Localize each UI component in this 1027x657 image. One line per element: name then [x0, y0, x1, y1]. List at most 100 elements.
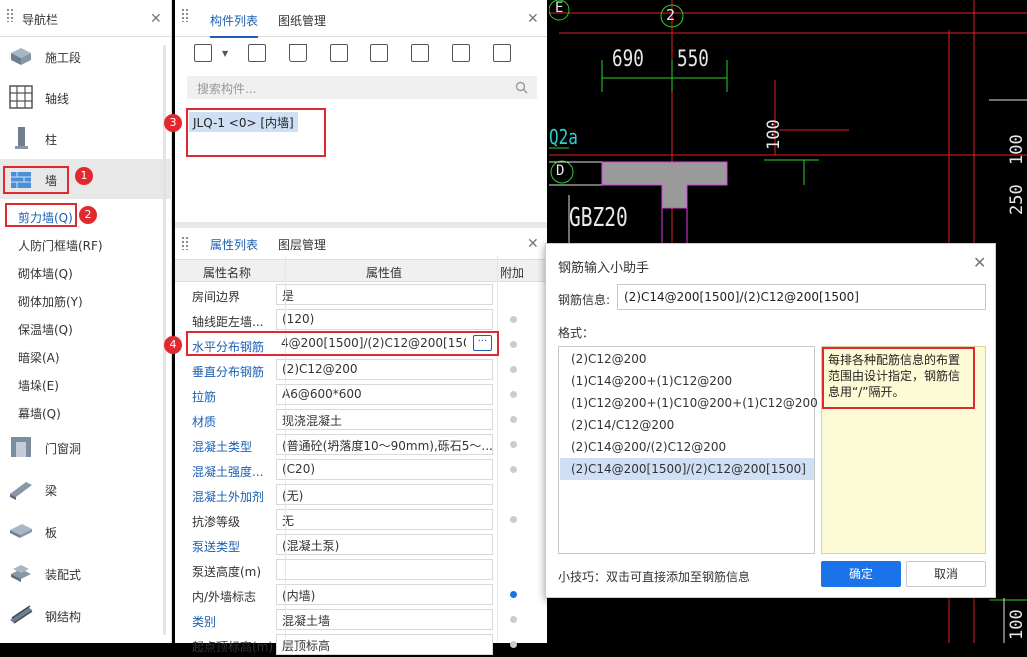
format-option[interactable]: (2)C12@200: [560, 348, 814, 370]
property-name[interactable]: 混凝土外加剂: [192, 488, 264, 505]
submenu-item-masonry-wall[interactable]: 砌体墙(Q): [18, 265, 73, 282]
extra-attribute-checkbox[interactable]: [510, 466, 517, 473]
search-icon[interactable]: [515, 81, 528, 94]
submenu-item-insulation-wall[interactable]: 保温墙(Q): [18, 321, 73, 338]
submenu-item-masonry-reinforcement[interactable]: 砌体加筋(Y): [18, 293, 83, 310]
ok-button[interactable]: 确定: [821, 561, 901, 587]
format-option[interactable]: (2)C14@200/(2)C12@200: [560, 436, 814, 458]
property-row[interactable]: 泵送高度(m): [175, 557, 547, 582]
property-row[interactable]: 材质 现浇混凝土: [175, 407, 547, 432]
property-row[interactable]: 起点顶标高(m) 层顶标高: [175, 632, 547, 657]
submenu-item-hidden-beam[interactable]: 暗梁(A): [18, 349, 60, 366]
close-icon[interactable]: ✕: [527, 12, 539, 26]
property-name[interactable]: 混凝土类型: [192, 438, 252, 455]
extra-attribute-checkbox[interactable]: [510, 616, 517, 623]
extra-attribute-checkbox[interactable]: [510, 341, 517, 348]
nav-item-label: 板: [45, 526, 58, 540]
copy-icon[interactable]: [248, 44, 266, 62]
nav-item-prefab[interactable]: 装配式: [0, 553, 172, 593]
search-box[interactable]: 搜索构件...: [187, 76, 537, 99]
new-component-icon[interactable]: [194, 44, 212, 62]
property-value-field[interactable]: (2)C12@200: [276, 359, 493, 380]
format-option[interactable]: (1)C12@200+(1)C10@200+(1)C12@200: [560, 392, 818, 414]
drag-grip-icon[interactable]: [181, 236, 189, 250]
format-option[interactable]: (2)C14/C12@200: [560, 414, 814, 436]
property-row[interactable]: 泵送类型 (混凝土泵): [175, 532, 547, 557]
tab-layer-management[interactable]: 图层管理: [278, 236, 326, 253]
property-value-field[interactable]: (C20): [276, 459, 493, 480]
nav-item-construction-segment[interactable]: 施工段: [0, 36, 172, 76]
property-name[interactable]: 混凝土强度...: [192, 463, 263, 480]
submenu-item-civil-defense-door-wall[interactable]: 人防门框墙(RF): [18, 237, 103, 254]
tab-property-list[interactable]: 属性列表: [210, 236, 259, 262]
steel-structure-icon: [10, 605, 33, 624]
nav-item-column[interactable]: 柱: [0, 118, 172, 158]
property-row[interactable]: 房间边界 是: [175, 282, 547, 307]
property-row[interactable]: 混凝土外加剂 (无): [175, 482, 547, 507]
nav-item-slab[interactable]: 板: [0, 511, 172, 551]
property-value-field[interactable]: 现浇混凝土: [276, 409, 493, 430]
extra-attribute-checkbox[interactable]: [510, 416, 517, 423]
delete-icon[interactable]: [289, 44, 307, 62]
property-value-field[interactable]: (普通砼(坍落度10～90mm),砾石5～...: [276, 434, 493, 455]
extra-attribute-checkbox[interactable]: [510, 441, 517, 448]
extra-attribute-checkbox[interactable]: [510, 641, 517, 648]
extra-attribute-checkbox[interactable]: [510, 316, 517, 323]
list-icon[interactable]: [493, 44, 511, 62]
property-row[interactable]: 轴线距左墙... (120): [175, 307, 547, 332]
tab-component-list[interactable]: 构件列表: [210, 12, 259, 38]
nav-item-door-window[interactable]: 门窗洞: [0, 427, 172, 467]
nav-item-beam[interactable]: 梁: [0, 469, 172, 509]
property-value-field[interactable]: 无: [276, 509, 493, 530]
extra-attribute-checkbox[interactable]: [510, 591, 517, 598]
property-value-field[interactable]: A6@600*600: [276, 384, 493, 405]
property-row[interactable]: 混凝土强度... (C20): [175, 457, 547, 482]
dropdown-arrow-icon[interactable]: ▼: [222, 49, 228, 58]
filter-icon[interactable]: [452, 44, 470, 62]
property-row[interactable]: 混凝土类型 (普通砼(坍落度10～90mm),砾石5～...: [175, 432, 547, 457]
property-value-field[interactable]: (无): [276, 484, 493, 505]
property-value-field[interactable]: 是: [276, 284, 493, 305]
format-option[interactable]: (1)C14@200+(1)C12@200: [560, 370, 814, 392]
property-name[interactable]: 类别: [192, 613, 216, 630]
property-name[interactable]: 垂直分布钢筋: [192, 363, 264, 380]
rebar-info-input[interactable]: (2)C14@200[1500]/(2)C12@200[1500]: [617, 284, 986, 310]
component-tabbar: 构件列表 图纸管理 ✕: [175, 0, 547, 38]
edit-icon[interactable]: [411, 44, 429, 62]
property-row[interactable]: 垂直分布钢筋 (2)C12@200: [175, 357, 547, 382]
extra-attribute-checkbox[interactable]: [510, 516, 517, 523]
search-input[interactable]: 搜索构件...: [197, 80, 256, 97]
property-value-field[interactable]: 混凝土墙: [276, 609, 493, 630]
property-value-field[interactable]: [276, 559, 493, 580]
close-icon[interactable]: ✕: [150, 12, 162, 26]
submenu-item-wall-pier[interactable]: 墙垛(E): [18, 377, 59, 394]
close-icon[interactable]: ✕: [527, 237, 539, 251]
extract-floor-icon[interactable]: [370, 44, 388, 62]
property-name: 房间边界: [192, 290, 241, 304]
property-value-field[interactable]: 层顶标高: [276, 634, 493, 655]
extra-attribute-checkbox[interactable]: [510, 391, 517, 398]
submenu-item-curtain-wall[interactable]: 幕墙(Q): [18, 405, 61, 422]
property-row[interactable]: 拉筋 A6@600*600: [175, 382, 547, 407]
property-row[interactable]: 抗渗等级 无: [175, 507, 547, 532]
nav-item-axis[interactable]: 轴线: [0, 77, 172, 117]
property-name[interactable]: 泵送类型: [192, 538, 240, 555]
copy-to-floor-icon[interactable]: [330, 44, 348, 62]
property-name[interactable]: 材质: [192, 413, 216, 430]
property-value-field[interactable]: (120): [276, 309, 493, 330]
more-options-icon[interactable]: ···: [473, 335, 492, 351]
property-value-field[interactable]: (混凝土泵): [276, 534, 493, 555]
format-option-selected[interactable]: (2)C14@200[1500]/(2)C12@200[1500]: [560, 458, 814, 480]
extra-attribute-checkbox[interactable]: [510, 366, 517, 373]
property-row[interactable]: 内/外墙标志 (内墙): [175, 582, 547, 607]
drag-grip-icon[interactable]: [6, 8, 14, 22]
property-name[interactable]: 拉筋: [192, 388, 216, 405]
close-icon[interactable]: ✕: [973, 255, 986, 271]
construction-segment-icon: [11, 48, 31, 65]
property-row[interactable]: 类别 混凝土墙: [175, 607, 547, 632]
nav-item-steel-structure[interactable]: 钢结构: [0, 595, 172, 635]
property-value-field[interactable]: (内墙): [276, 584, 493, 605]
cancel-button[interactable]: 取消: [906, 561, 986, 587]
drag-grip-icon[interactable]: [181, 8, 189, 22]
tab-drawing-management[interactable]: 图纸管理: [278, 12, 326, 29]
